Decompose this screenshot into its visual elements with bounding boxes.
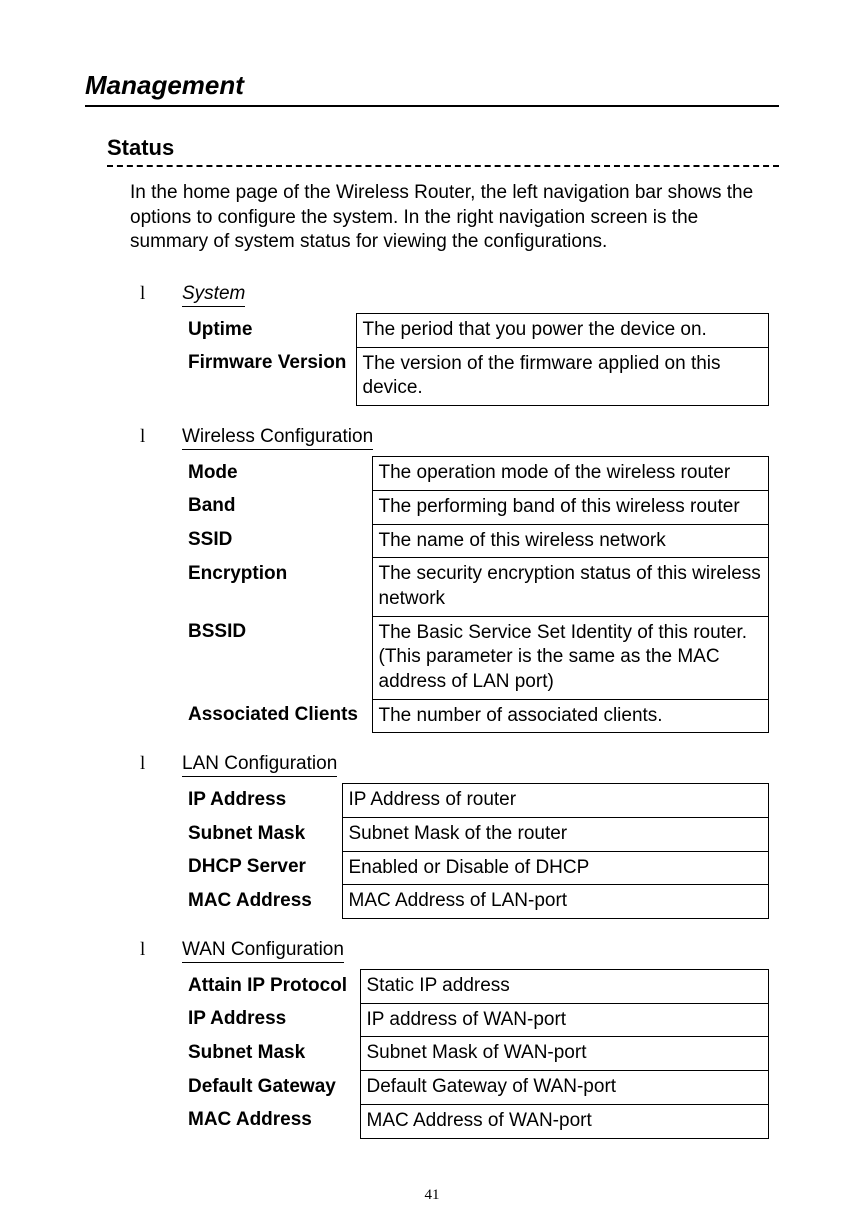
table-row: ModeThe operation mode of the wireless r… [182, 457, 769, 491]
row-value: IP address of WAN-port [360, 1003, 769, 1037]
row-value: Subnet Mask of WAN-port [360, 1037, 769, 1071]
row-value: The name of this wireless network [372, 524, 769, 558]
table-row: MAC AddressMAC Address of LAN-port [182, 885, 769, 919]
table-row: Attain IP ProtocolStatic IP address [182, 970, 769, 1004]
row-value: Enabled or Disable of DHCP [342, 851, 769, 885]
table-row: Subnet MaskSubnet Mask of the router [182, 818, 769, 852]
table-row: IP AddressIP address of WAN-port [182, 1003, 769, 1037]
row-value: MAC Address of LAN-port [342, 885, 769, 919]
row-value: MAC Address of WAN-port [360, 1104, 769, 1138]
table-row: UptimeThe period that you power the devi… [182, 314, 769, 348]
row-value: The operation mode of the wireless route… [372, 457, 769, 491]
row-key: Band [182, 490, 372, 524]
table-row: BandThe performing band of this wireless… [182, 490, 769, 524]
table-row: Subnet MaskSubnet Mask of WAN-port [182, 1037, 769, 1071]
table-row: Associated ClientsThe number of associat… [182, 699, 769, 733]
table-row: Default GatewayDefault Gateway of WAN-po… [182, 1071, 769, 1105]
bullet-icon: l [140, 753, 146, 777]
row-value: IP Address of router [342, 784, 769, 818]
section-status-title: Status [107, 135, 779, 167]
row-value: The performing band of this wireless rou… [372, 490, 769, 524]
row-key: Uptime [182, 314, 356, 348]
row-key: DHCP Server [182, 851, 342, 885]
row-value: Subnet Mask of the router [342, 818, 769, 852]
table-row: SSIDThe name of this wireless network [182, 524, 769, 558]
table-row: IP AddressIP Address of router [182, 784, 769, 818]
row-key: Associated Clients [182, 699, 372, 733]
row-key: Subnet Mask [182, 818, 342, 852]
row-key: MAC Address [182, 885, 342, 919]
row-key: IP Address [182, 1003, 360, 1037]
section-title: LAN Configuration [182, 753, 337, 777]
row-key: Default Gateway [182, 1071, 360, 1105]
table-row: EncryptionThe security encryption status… [182, 558, 769, 616]
row-value: Default Gateway of WAN-port [360, 1071, 769, 1105]
intro-text: In the home page of the Wireless Router,… [130, 181, 779, 255]
row-value: The period that you power the device on. [356, 314, 769, 348]
bullet-icon: l [140, 426, 146, 450]
section-title: Wireless Configuration [182, 426, 373, 450]
row-key: Mode [182, 457, 372, 491]
row-key: SSID [182, 524, 372, 558]
row-key: IP Address [182, 784, 342, 818]
table-row: BSSIDThe Basic Service Set Identity of t… [182, 616, 769, 699]
page-number: 41 [0, 1187, 864, 1204]
table-row: MAC AddressMAC Address of WAN-port [182, 1104, 769, 1138]
table-row: Firmware VersionThe version of the firmw… [182, 347, 769, 405]
row-key: MAC Address [182, 1104, 360, 1138]
page-title: Management [85, 70, 779, 107]
row-key: BSSID [182, 616, 372, 699]
row-key: Subnet Mask [182, 1037, 360, 1071]
row-value: The version of the firmware applied on t… [356, 347, 769, 405]
row-value: Static IP address [360, 970, 769, 1004]
section-title: WAN Configuration [182, 939, 344, 963]
bullet-icon: l [140, 939, 146, 963]
row-key: Firmware Version [182, 347, 356, 405]
row-value: The Basic Service Set Identity of this r… [372, 616, 769, 699]
row-value: The number of associated clients. [372, 699, 769, 733]
row-value: The security encryption status of this w… [372, 558, 769, 616]
row-key: Encryption [182, 558, 372, 616]
section-title: System [182, 283, 245, 307]
row-key: Attain IP Protocol [182, 970, 360, 1004]
table-row: DHCP ServerEnabled or Disable of DHCP [182, 851, 769, 885]
bullet-icon: l [140, 283, 146, 307]
